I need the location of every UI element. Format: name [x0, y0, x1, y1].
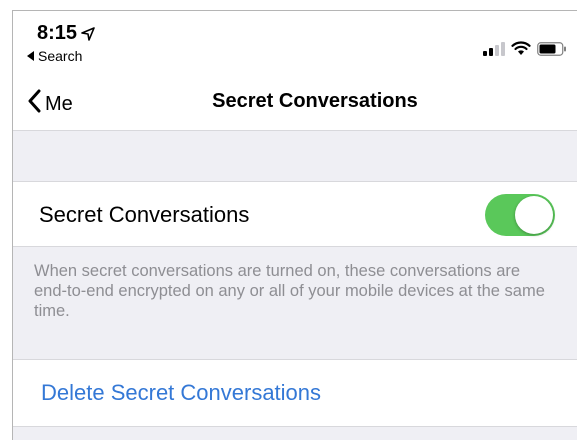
status-time-text: 8:15 — [37, 22, 78, 44]
wifi-icon — [511, 41, 531, 61]
delete-secret-conversations-row[interactable]: Delete Secret Conversations — [13, 359, 577, 427]
location-arrow-icon — [81, 26, 95, 41]
secret-conversations-toggle[interactable] — [485, 194, 555, 236]
secret-conversations-label: Secret Conversations — [39, 202, 250, 227]
top-bar: 8:15 Search Me Secret Conversations — [13, 11, 577, 131]
status-time: 8:15 — [37, 22, 95, 45]
secret-conversations-row: Secret Conversations — [13, 181, 577, 247]
back-to-app-label: Search — [38, 48, 83, 64]
toggle-knob — [515, 196, 553, 234]
page-title: Secret Conversations — [212, 90, 418, 112]
secret-conversations-description: When secret conversations are turned on,… — [34, 262, 545, 320]
battery-icon — [537, 41, 567, 61]
cellular-signal-icon — [483, 41, 505, 61]
delete-secret-conversations-button[interactable]: Delete Secret Conversations — [41, 380, 321, 406]
back-triangle-icon — [27, 51, 34, 61]
phone-screen: 8:15 Search Me Secret Conversations Secr… — [12, 10, 577, 440]
back-to-app-button[interactable]: Search — [27, 48, 82, 64]
status-icons — [483, 41, 567, 61]
